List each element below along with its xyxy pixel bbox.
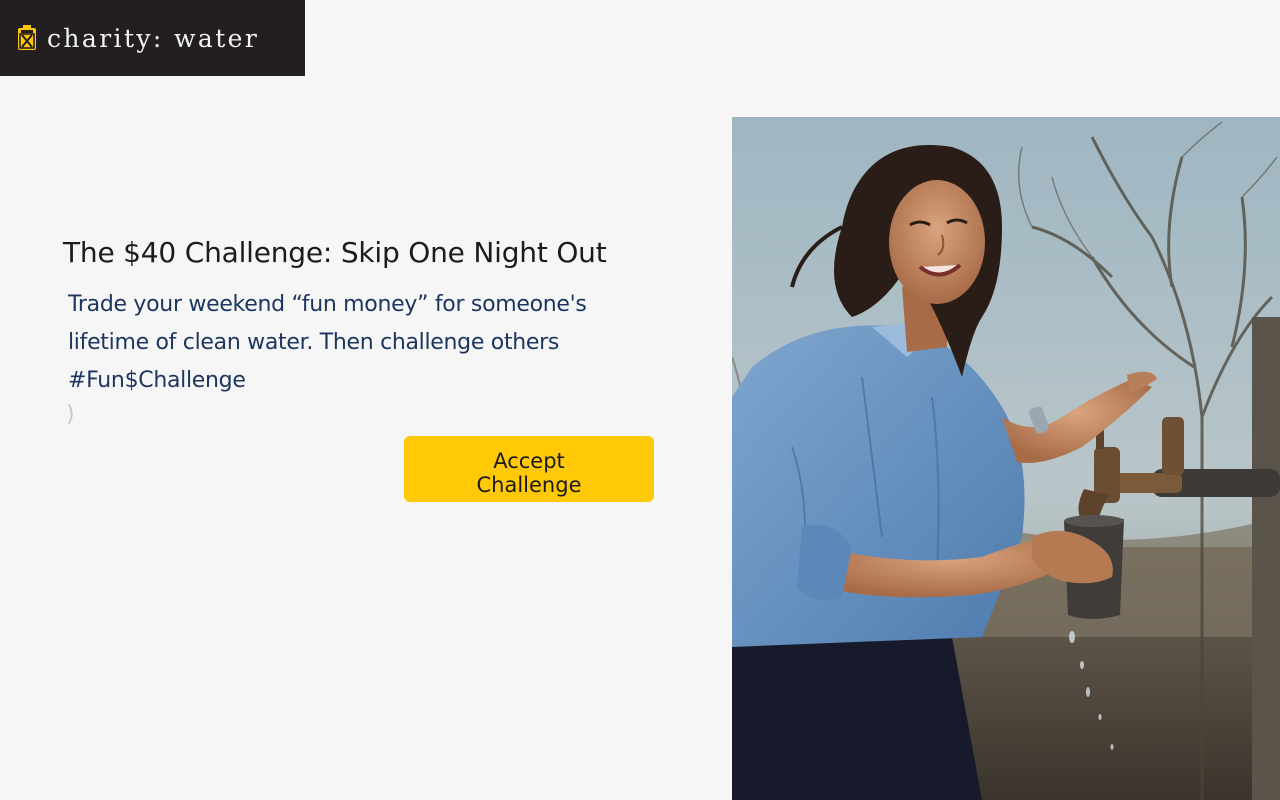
accept-challenge-label-line2: Challenge [476, 472, 582, 497]
hero-photo [732, 117, 1280, 800]
hero-description-line: lifetime of clean water. Then challenge … [68, 330, 560, 355]
hero-description: Trade your weekend “fun money” for someo… [68, 286, 668, 400]
accept-challenge-label-line1: Accept [493, 448, 565, 473]
page-title: The $40 Challenge: Skip One Night Out [63, 236, 607, 269]
logo-link[interactable]: charity: water [0, 0, 305, 76]
hero-description-line: Trade your weekend “fun money” for someo… [68, 292, 587, 317]
accept-challenge-button[interactable]: Accept Challenge [404, 436, 654, 502]
stray-glyph: ) [66, 402, 75, 427]
girl-at-water-tap-photo [732, 117, 1280, 800]
landing-page: charity: water The $40 Challenge: Skip O… [0, 0, 1280, 800]
logo-wordmark: charity: water [47, 23, 260, 53]
jerrycan-icon [18, 25, 36, 50]
hero-hashtag: #Fun$Challenge [68, 368, 246, 393]
